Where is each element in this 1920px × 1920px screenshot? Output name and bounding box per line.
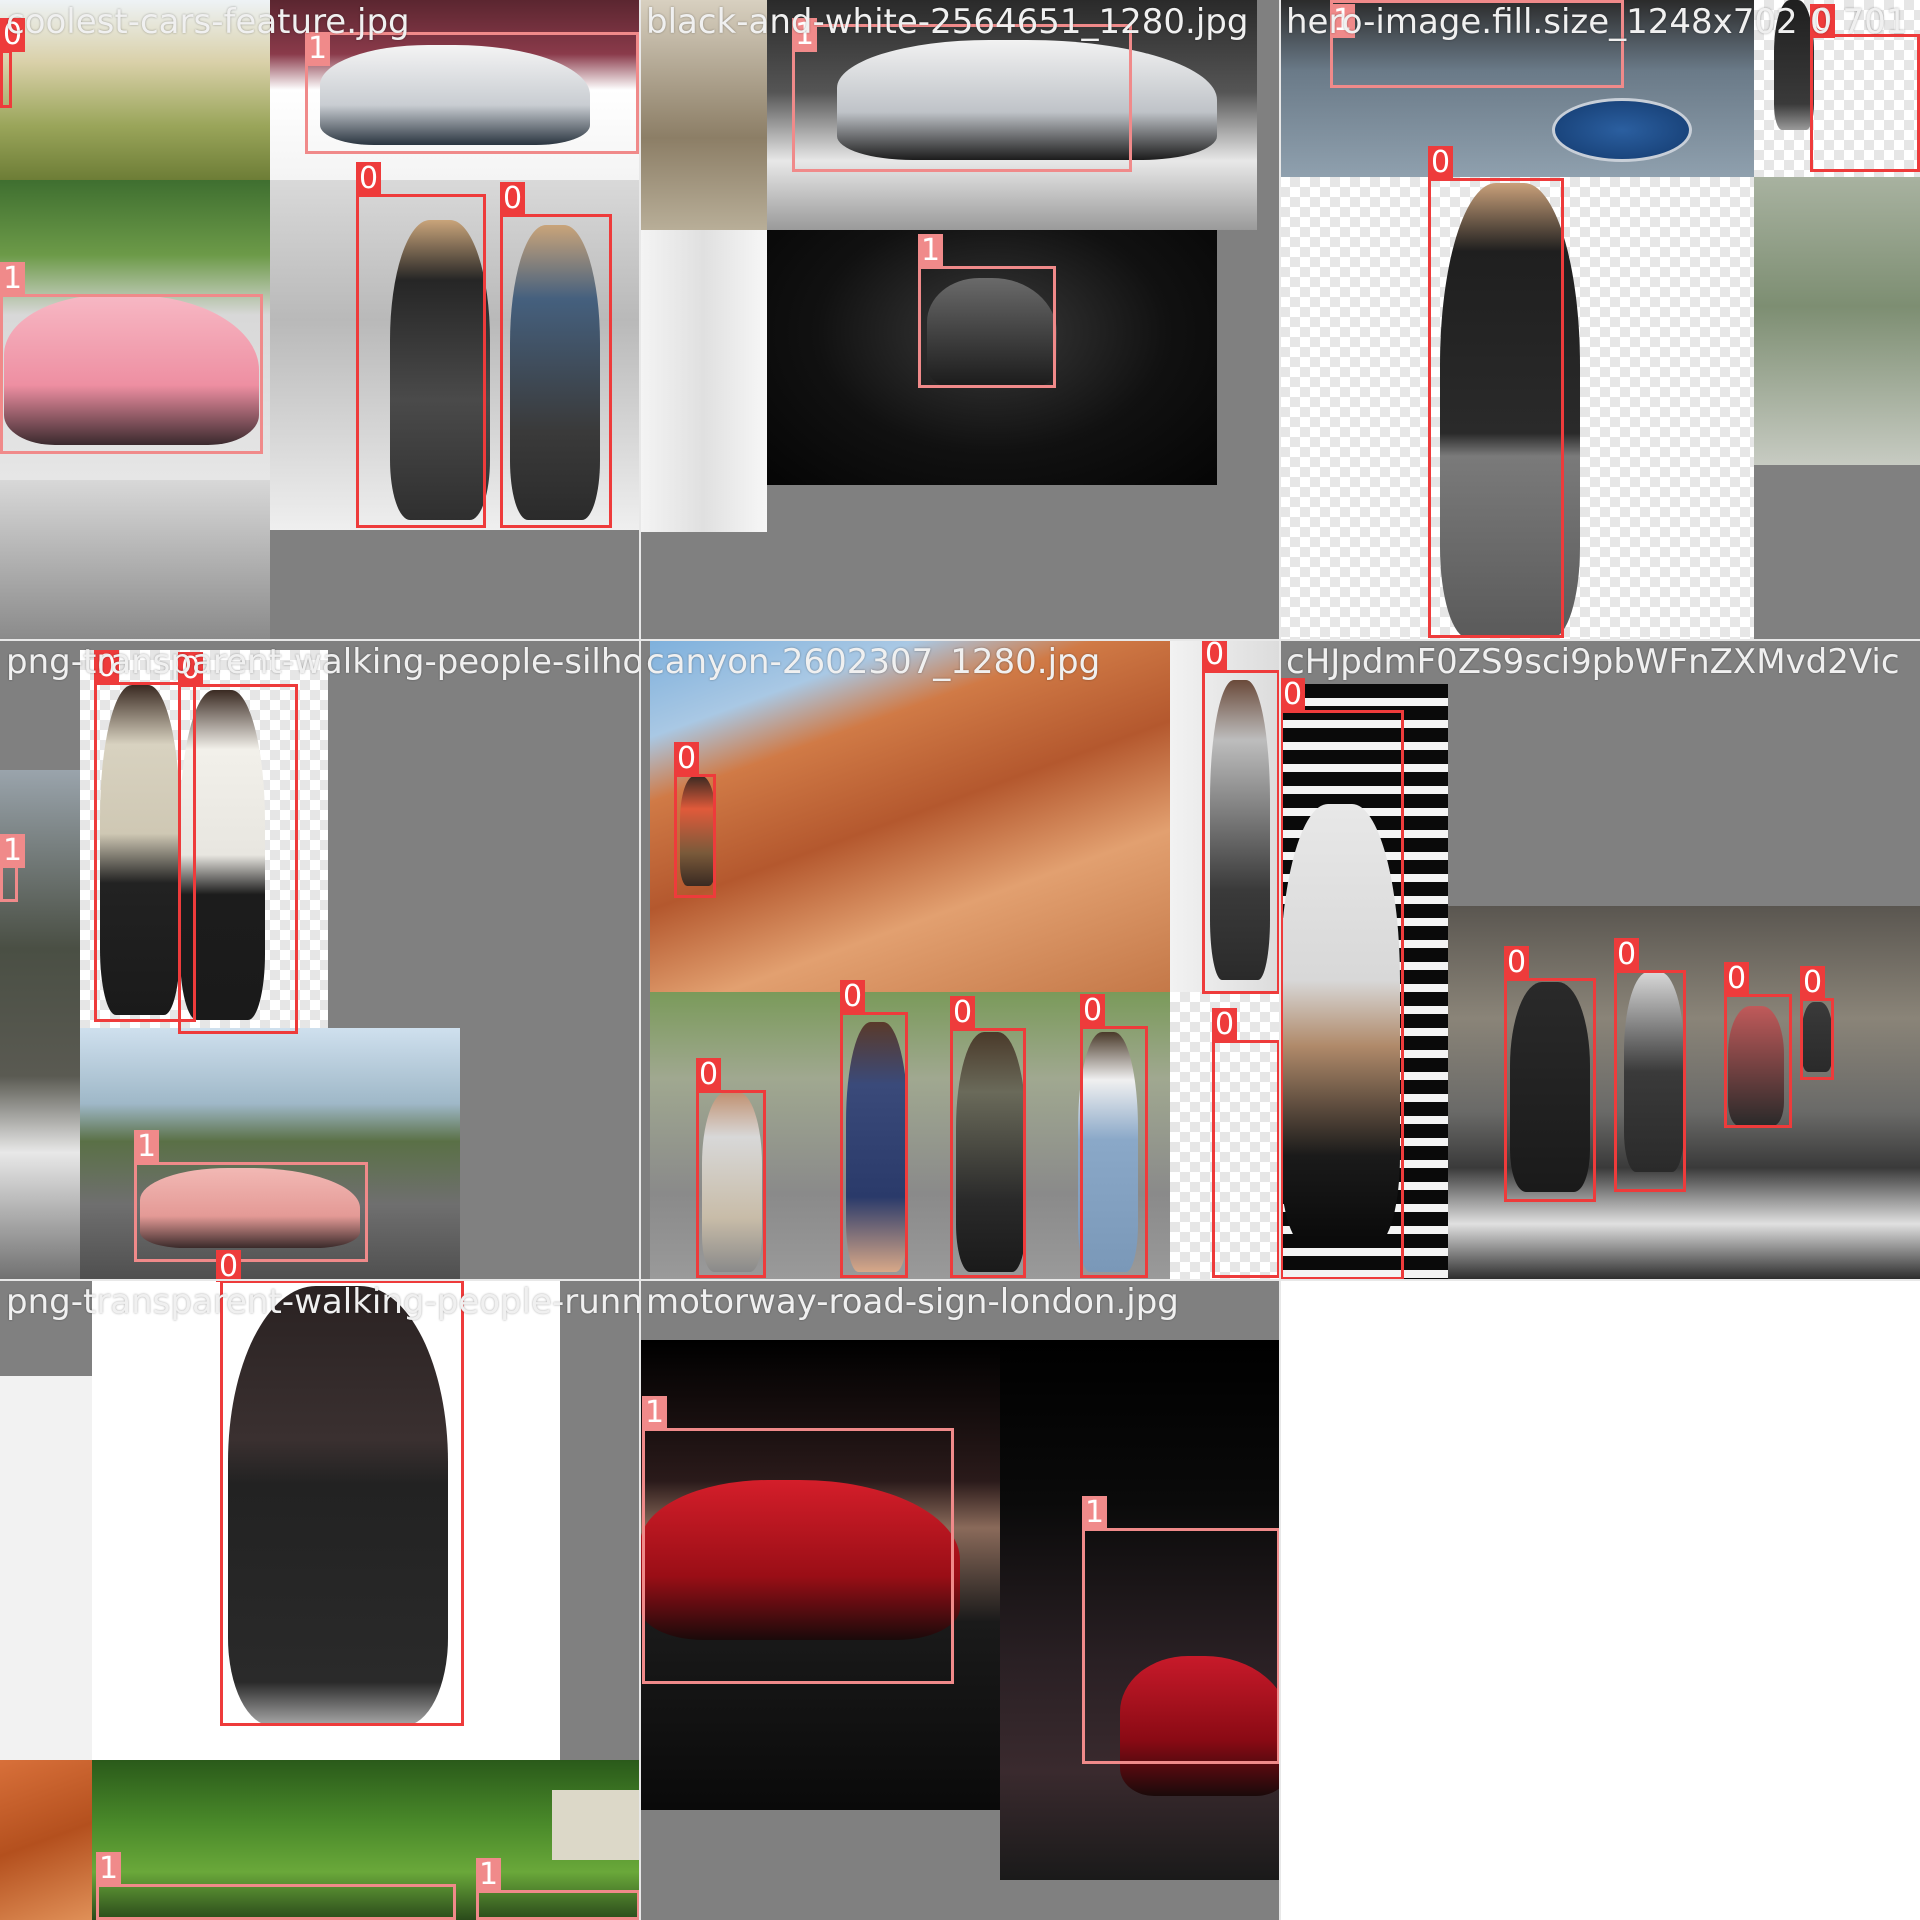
photo-canyon-waves xyxy=(650,640,1170,992)
detection-box xyxy=(674,774,716,898)
detection-box xyxy=(356,194,486,528)
mosaic-tile-0: 0 1 1 0 0 coolest-cars-feature.jpg xyxy=(0,0,640,640)
detection-label: 0 xyxy=(356,162,382,196)
grid-divider xyxy=(0,1279,1920,1281)
tile-filename: png-transparent-walking-people-silhouett… xyxy=(6,642,640,682)
training-batch-mosaic: 0 1 1 0 0 coolest-cars-feature.jpg 1 1 b… xyxy=(0,0,1920,1920)
detection-label: 0 xyxy=(1800,966,1826,1000)
detection-box xyxy=(1724,994,1792,1128)
detection-box xyxy=(792,24,1132,172)
mosaic-tile-7: 1 1 motorway-road-sign-london.jpg xyxy=(640,1280,1280,1920)
mosaic-tile-2: 1 0 0 hero-image.fill.size_1248x702 0 70… xyxy=(1280,0,1920,640)
detection-label: 1 xyxy=(134,1130,160,1164)
mosaic-tile-3: 0 0 1 1 0 png-transparent-walking-people… xyxy=(0,640,640,1280)
detection-label: 1 xyxy=(1082,1496,1108,1530)
mosaic-tile-6: 0 1 1 png-transparent-walking-people-run… xyxy=(0,1280,640,1920)
tile-filename: cHJpdmF0ZS9sci9pbWFnZXMvd2Vic xyxy=(1286,642,1900,682)
detection-label: 0 xyxy=(1428,146,1454,180)
detection-label: 1 xyxy=(918,234,944,268)
photo-park-path xyxy=(1754,177,1920,465)
ford-logo xyxy=(1552,98,1692,162)
detection-box xyxy=(96,1884,456,1920)
detection-box xyxy=(1428,178,1564,638)
tile-filename: png-transparent-walking-people-running xyxy=(6,1282,640,1322)
detection-label: 0 xyxy=(216,1250,242,1280)
house xyxy=(552,1790,640,1860)
detection-box xyxy=(1280,710,1404,1280)
detection-label: 0 xyxy=(1080,994,1106,1028)
detection-box xyxy=(950,1028,1026,1278)
detection-label: 0 xyxy=(1280,678,1306,712)
mosaic-tile-5: 0 0 0 0 0 cHJpdmF0ZS9sci9pbWFnZXMvd2Vic xyxy=(1280,640,1920,1280)
detection-box xyxy=(476,1890,640,1920)
detection-box xyxy=(1082,1528,1280,1764)
detection-label: 1 xyxy=(96,1852,122,1886)
detection-label: 1 xyxy=(0,834,26,868)
tile-filename: coolest-cars-feature.jpg xyxy=(6,2,410,42)
detection-label: 0 xyxy=(950,996,976,1030)
detection-box xyxy=(696,1090,766,1278)
detection-label: 0 xyxy=(840,980,866,1014)
bottom-gradient xyxy=(0,480,270,640)
detection-box xyxy=(642,1428,954,1684)
tile-filename: canyon-2602307_1280.jpg xyxy=(646,642,1101,682)
tile-filename: hero-image.fill.size_1248x702 xyxy=(1286,2,1798,42)
detection-box xyxy=(918,266,1056,388)
detection-box xyxy=(220,1280,464,1726)
detection-box xyxy=(0,50,12,108)
detection-box xyxy=(0,294,263,454)
mosaic-tile-1: 1 1 black-and-white-2564651_1280.jpg xyxy=(640,0,1280,640)
photo-white-wall xyxy=(640,230,767,532)
detection-box xyxy=(1080,1026,1148,1278)
detection-label: 0 xyxy=(500,182,526,216)
detection-box xyxy=(305,32,639,154)
tile-filename: black-and-white-2564651_1280.jpg xyxy=(646,2,1249,42)
detection-label: 1 xyxy=(476,1858,502,1892)
detection-box xyxy=(840,1012,908,1278)
grid-divider xyxy=(1279,0,1281,1920)
detection-label: 0 xyxy=(674,742,700,776)
detection-label: 1 xyxy=(642,1396,668,1430)
tile-extra-text: 0 701 xyxy=(1810,2,1908,42)
detection-box xyxy=(1212,1040,1280,1278)
detection-label: 0 xyxy=(1614,938,1640,972)
grid-divider xyxy=(0,639,1920,641)
photo-canyon-strip xyxy=(0,1760,92,1920)
detection-box xyxy=(1614,970,1686,1192)
detection-label: 0 xyxy=(696,1058,722,1092)
detection-box xyxy=(178,684,298,1034)
grid-divider xyxy=(639,0,641,1920)
mosaic-tile-4: 0 0 0 0 0 0 0 canyon-2602307_1280.jpg xyxy=(640,640,1280,1280)
detection-label: 0 xyxy=(1504,946,1530,980)
tile-filename: motorway-road-sign-london.jpg xyxy=(646,1282,1179,1322)
detection-box xyxy=(1504,978,1596,1202)
detection-label: 0 xyxy=(1202,640,1228,672)
detection-label: 0 xyxy=(1212,1008,1238,1042)
detection-box xyxy=(500,214,612,528)
detection-label: 1 xyxy=(0,262,26,296)
detection-label: 0 xyxy=(1724,962,1750,996)
detection-box xyxy=(1800,998,1834,1080)
detection-box xyxy=(134,1162,368,1262)
detection-box xyxy=(1202,670,1280,994)
empty-tile xyxy=(1280,1280,1920,1920)
detection-box xyxy=(1810,34,1920,172)
